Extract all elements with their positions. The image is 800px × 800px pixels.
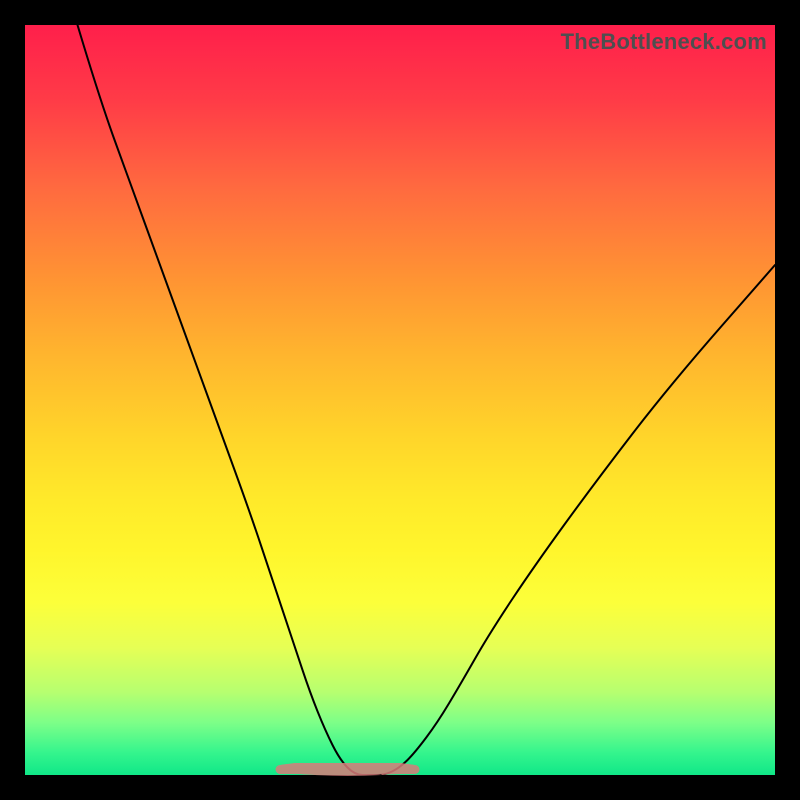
bottleneck-plot bbox=[25, 25, 775, 775]
chart-area: TheBottleneck.com bbox=[25, 25, 775, 775]
bottleneck-curve bbox=[78, 25, 776, 775]
optimal-zone-band bbox=[280, 768, 415, 772]
